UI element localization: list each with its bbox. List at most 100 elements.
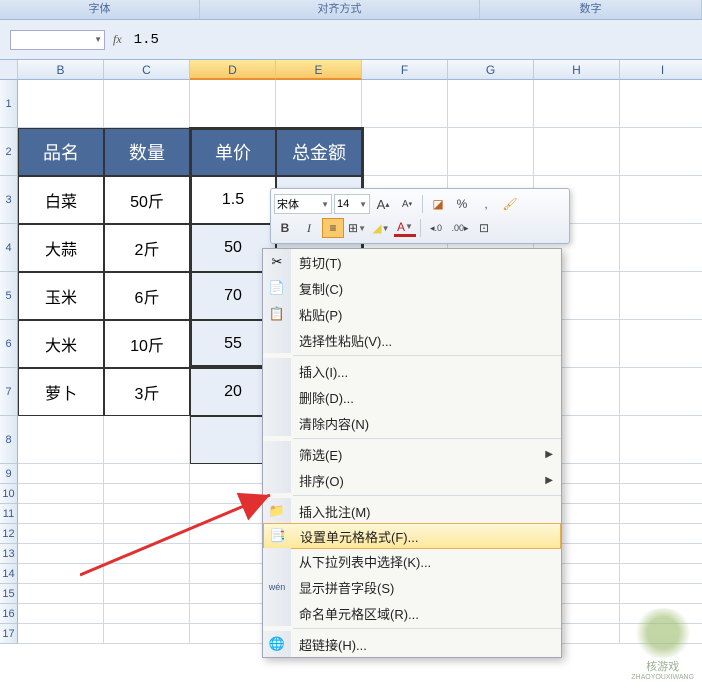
row-header-2[interactable]: 2 (0, 128, 18, 176)
fx-icon[interactable]: fx (113, 32, 122, 47)
cell-I13[interactable] (620, 544, 702, 564)
cell-B5[interactable]: 玉米 (18, 272, 104, 320)
cell-C1[interactable] (104, 80, 190, 128)
cell-I12[interactable] (620, 524, 702, 544)
border-button[interactable]: ⊞▼ (346, 218, 368, 238)
grow-font-button[interactable]: A▴ (372, 194, 394, 214)
cell-I14[interactable] (620, 564, 702, 584)
row-header-6[interactable]: 6 (0, 320, 18, 368)
cell-B11[interactable] (18, 504, 104, 524)
col-header-D[interactable]: D (190, 60, 276, 80)
row-header-17[interactable]: 17 (0, 624, 18, 644)
cell-I1[interactable] (620, 80, 702, 128)
cell-B3[interactable]: 白菜 (18, 176, 104, 224)
row-header-1[interactable]: 1 (0, 80, 18, 128)
formula-input[interactable] (130, 32, 702, 48)
cell-C16[interactable] (104, 604, 190, 624)
cell-G1[interactable] (448, 80, 534, 128)
row-header-12[interactable]: 12 (0, 524, 18, 544)
cell-B16[interactable] (18, 604, 104, 624)
cell-B8[interactable] (18, 416, 104, 464)
row-header-16[interactable]: 16 (0, 604, 18, 624)
menu-insert-comment[interactable]: 📁插入批注(M) (263, 498, 561, 524)
col-header-F[interactable]: F (362, 60, 448, 80)
shrink-font-button[interactable]: A▾ (396, 194, 418, 214)
row-header-11[interactable]: 11 (0, 504, 18, 524)
cell-C17[interactable] (104, 624, 190, 644)
menu-cut[interactable]: ✂剪切(T) (263, 249, 561, 275)
cell-C15[interactable] (104, 584, 190, 604)
cell-I8[interactable] (620, 416, 702, 464)
row-header-10[interactable]: 10 (0, 484, 18, 504)
row-header-9[interactable]: 9 (0, 464, 18, 484)
cell-C4[interactable]: 2斤 (104, 224, 190, 272)
cell-I10[interactable] (620, 484, 702, 504)
increase-decimal-button[interactable]: ◂.0 (425, 218, 447, 238)
col-header-H[interactable]: H (534, 60, 620, 80)
name-box[interactable]: ▼ (10, 30, 105, 50)
menu-clear[interactable]: 清除内容(N) (263, 410, 561, 436)
cell-I7[interactable] (620, 368, 702, 416)
menu-name-range[interactable]: 命名单元格区域(R)... (263, 600, 561, 626)
cell-I15[interactable] (620, 584, 702, 604)
menu-filter[interactable]: 筛选(E)▶ (263, 441, 561, 467)
cell-I3[interactable] (620, 176, 702, 224)
row-header-14[interactable]: 14 (0, 564, 18, 584)
cell-I2[interactable] (620, 128, 702, 176)
cell-I11[interactable] (620, 504, 702, 524)
cell-C13[interactable] (104, 544, 190, 564)
cell-H1[interactable] (534, 80, 620, 128)
row-header-3[interactable]: 3 (0, 176, 18, 224)
cell-C2[interactable]: 数量 (104, 128, 190, 176)
cell-I9[interactable] (620, 464, 702, 484)
font-color-button[interactable]: A▼ (394, 220, 416, 237)
menu-paste-special[interactable]: 选择性粘贴(V)... (263, 327, 561, 353)
select-all-corner[interactable] (0, 60, 18, 80)
merge-button[interactable]: ⊡ (473, 218, 495, 238)
cell-B15[interactable] (18, 584, 104, 604)
italic-button[interactable]: I (298, 218, 320, 238)
cell-D1[interactable] (190, 80, 276, 128)
menu-sort[interactable]: 排序(O)▶ (263, 467, 561, 493)
menu-show-pinyin[interactable]: wén显示拼音字段(S) (263, 574, 561, 600)
cell-B17[interactable] (18, 624, 104, 644)
cell-B13[interactable] (18, 544, 104, 564)
cell-H2[interactable] (534, 128, 620, 176)
percent-button[interactable]: % (451, 194, 473, 214)
menu-hyperlink[interactable]: 🌐超链接(H)... (263, 631, 561, 657)
center-button[interactable]: ≡ (322, 218, 344, 238)
format-painter-button[interactable]: 🖌 (499, 194, 521, 214)
menu-insert[interactable]: 插入(I)... (263, 358, 561, 384)
cell-F1[interactable] (362, 80, 448, 128)
row-header-7[interactable]: 7 (0, 368, 18, 416)
cell-B6[interactable]: 大米 (18, 320, 104, 368)
cell-C14[interactable] (104, 564, 190, 584)
cell-C10[interactable] (104, 484, 190, 504)
cell-C7[interactable]: 3斤 (104, 368, 190, 416)
cell-D2[interactable]: 单价 (190, 128, 276, 176)
cell-B2[interactable]: 品名 (18, 128, 104, 176)
menu-copy[interactable]: 📄复制(C) (263, 275, 561, 301)
cell-C6[interactable]: 10斤 (104, 320, 190, 368)
fill-color-button[interactable]: ◢▼ (370, 218, 392, 238)
col-header-C[interactable]: C (104, 60, 190, 80)
cell-B7[interactable]: 萝卜 (18, 368, 104, 416)
cell-B4[interactable]: 大蒜 (18, 224, 104, 272)
col-header-E[interactable]: E (276, 60, 362, 80)
cell-F2[interactable] (362, 128, 448, 176)
comma-button[interactable]: , (475, 194, 497, 214)
cell-B14[interactable] (18, 564, 104, 584)
cell-B12[interactable] (18, 524, 104, 544)
row-header-15[interactable]: 15 (0, 584, 18, 604)
menu-format-cells[interactable]: 📑设置单元格格式(F)... (263, 523, 561, 549)
cell-C9[interactable] (104, 464, 190, 484)
cell-B1[interactable] (18, 80, 104, 128)
row-header-4[interactable]: 4 (0, 224, 18, 272)
font-size-dropdown[interactable]: 14▼ (334, 194, 370, 214)
cell-E1[interactable] (276, 80, 362, 128)
cell-I6[interactable] (620, 320, 702, 368)
decrease-decimal-button[interactable]: .00▸ (449, 218, 471, 238)
menu-dropdown-list[interactable]: 从下拉列表中选择(K)... (263, 548, 561, 574)
menu-delete[interactable]: 删除(D)... (263, 384, 561, 410)
cell-C12[interactable] (104, 524, 190, 544)
